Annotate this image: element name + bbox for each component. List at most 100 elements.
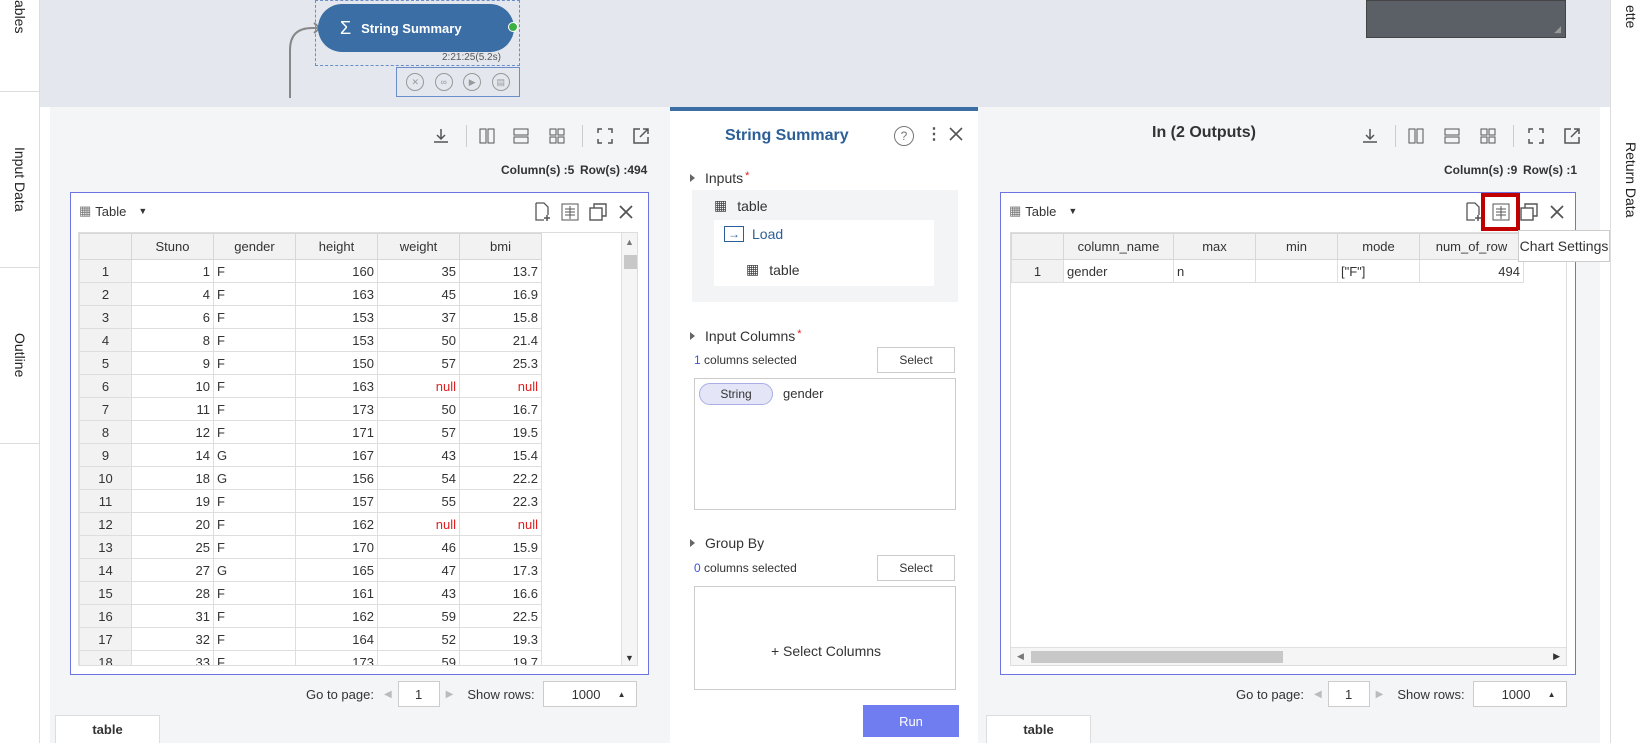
select-group-by-button[interactable]: Select (877, 555, 955, 581)
table-row[interactable]: 18 33 F 173 59 19.7 (79, 650, 542, 665)
table-cell: 9 (131, 351, 214, 375)
table-row[interactable]: 5 9 F 150 57 25.3 (79, 351, 542, 375)
table-row[interactable]: 12 20 F 162 null null (79, 512, 542, 536)
split-horizontal-icon[interactable] (1441, 125, 1463, 147)
table-row[interactable]: 4 8 F 153 50 21.4 (79, 328, 542, 352)
table-row[interactable]: 16 31 F 162 59 22.5 (79, 604, 542, 628)
left-grid-viewport[interactable]: Stuno gender height weight bmi 1 1 F 160 35 1… (78, 232, 638, 666)
more-icon[interactable]: ⋮ (926, 124, 942, 144)
fullscreen-icon[interactable] (594, 125, 616, 147)
vertical-scrollbar[interactable]: ▲ ▼ (621, 233, 637, 665)
output-port[interactable] (508, 22, 518, 32)
grid-layout-icon[interactable] (546, 125, 568, 147)
page-input[interactable]: 1 (1327, 681, 1370, 707)
column-header[interactable]: gender (213, 233, 296, 260)
table-row[interactable]: 14 27 G 165 47 17.3 (79, 558, 542, 582)
play-icon[interactable]: ▶ (463, 73, 482, 91)
horizontal-scrollbar[interactable]: ◀ ▶ (1011, 647, 1566, 665)
table-row[interactable]: 9 14 G 167 43 15.4 (79, 443, 542, 467)
load-item[interactable]: → Load (724, 226, 783, 242)
rail-tab-tables[interactable]: ables (0, 0, 40, 92)
right-pager: Go to page: ◀ 1 ▶ Show rows: 1000 ▲ (1236, 681, 1567, 707)
run-button[interactable]: Run (863, 705, 959, 737)
close-config-icon[interactable] (948, 126, 964, 145)
select-input-columns-button[interactable]: Select (877, 347, 955, 373)
column-header[interactable]: height (295, 233, 378, 260)
column-header[interactable]: weight (377, 233, 460, 260)
link-icon[interactable]: ∞ (434, 73, 453, 91)
popout-icon[interactable] (630, 125, 652, 147)
table-row[interactable]: 7 11 F 173 50 16.7 (79, 397, 542, 421)
table-row[interactable]: 17 32 F 164 52 19.3 (79, 627, 542, 651)
input-columns-box[interactable]: String gender (694, 378, 956, 510)
next-page-icon[interactable]: ▶ (446, 689, 454, 700)
copy-icon[interactable] (1518, 201, 1540, 223)
table-row[interactable]: 11 19 F 157 55 22.3 (79, 489, 542, 513)
table-row[interactable]: 10 18 G 156 54 22.2 (79, 466, 542, 490)
split-vertical-icon[interactable] (1405, 125, 1427, 147)
chart-settings-icon[interactable] (559, 201, 581, 223)
next-page-icon[interactable]: ▶ (1376, 689, 1384, 700)
inputs-section[interactable]: Inputs * (690, 170, 749, 186)
table-cell: 43 (377, 443, 460, 467)
grid-layout-icon[interactable] (1477, 125, 1499, 147)
table-row[interactable]: 1 1 F 160 35 13.7 (79, 259, 542, 283)
table-row[interactable]: 1 gender n ["F"] 494 (1011, 259, 1524, 283)
copy-icon[interactable] (587, 201, 609, 223)
rows-select[interactable]: 1000 ▲ (542, 681, 637, 707)
table-cell: 170 (295, 535, 378, 559)
rail-tab-return-data[interactable]: Return Data (1611, 130, 1650, 230)
cancel-icon[interactable]: ✕ (406, 73, 425, 91)
popout-icon[interactable] (1561, 125, 1583, 147)
input-columns-section[interactable]: Input Columns * (690, 328, 802, 344)
minimap[interactable]: ◢ (1366, 0, 1566, 38)
rail-tab-input-data[interactable]: Input Data (0, 92, 40, 268)
view-selector[interactable]: ▦ Table ▼ (79, 203, 147, 219)
fullscreen-icon[interactable] (1525, 125, 1547, 147)
load-icon: → (724, 226, 744, 242)
column-header[interactable]: min (1255, 233, 1338, 260)
left-bottom-tab[interactable]: table (55, 715, 160, 743)
table-row[interactable]: 13 25 F 170 46 15.9 (79, 535, 542, 559)
column-header[interactable]: num_of_row (1419, 233, 1524, 260)
download-icon[interactable] (430, 125, 452, 147)
table-row[interactable]: 8 12 F 171 57 19.5 (79, 420, 542, 444)
rail-tab-outline[interactable]: Outline (0, 268, 40, 444)
group-by-section[interactable]: Group By (690, 535, 764, 551)
split-vertical-icon[interactable] (476, 125, 498, 147)
download-icon[interactable] (1359, 125, 1381, 147)
table-row[interactable]: 6 10 F 163 null null (79, 374, 542, 398)
close-icon[interactable] (1546, 201, 1568, 223)
delete-icon[interactable]: ▤ (491, 73, 510, 91)
table-row[interactable]: 3 6 F 153 37 15.8 (79, 305, 542, 329)
table-cell: 153 (295, 305, 378, 329)
column-header[interactable]: mode (1337, 233, 1420, 260)
table-cell: 25.3 (459, 351, 542, 375)
string-summary-node[interactable]: Σ String Summary (318, 4, 514, 52)
select-columns-link[interactable]: + Select Columns (695, 643, 957, 659)
rail-tab-palette[interactable]: ette (1611, 0, 1650, 92)
table-cell: 15.4 (459, 443, 542, 467)
left-table-card: ▦ Table ▼ Stuno gender height weight bmi… (70, 192, 649, 675)
page-input[interactable]: 1 (397, 681, 440, 707)
table-row[interactable]: 15 28 F 161 43 16.6 (79, 581, 542, 605)
group-by-box[interactable]: + Select Columns (694, 586, 956, 690)
prev-page-icon[interactable]: ◀ (1314, 689, 1322, 700)
close-icon[interactable] (615, 201, 637, 223)
right-bottom-tab[interactable]: table (986, 715, 1091, 743)
load-table-item[interactable]: ▦ table (746, 261, 800, 278)
table-cell: 52 (377, 627, 460, 651)
rows-select[interactable]: 1000 ▲ (1472, 681, 1567, 707)
column-header[interactable]: max (1173, 233, 1256, 260)
split-horizontal-icon[interactable] (510, 125, 532, 147)
add-file-icon[interactable] (531, 201, 553, 223)
table-row[interactable]: 2 4 F 163 45 16.9 (79, 282, 542, 306)
help-icon[interactable]: ? (894, 126, 914, 146)
column-header[interactable]: Stuno (131, 233, 214, 260)
column-header[interactable]: bmi (459, 233, 542, 260)
input-table-item[interactable]: ▦ table (714, 197, 768, 214)
prev-page-icon[interactable]: ◀ (384, 689, 392, 700)
column-header[interactable]: column_name (1063, 233, 1174, 260)
right-grid-viewport[interactable]: column_name max min mode num_of_row 1 gen… (1010, 232, 1567, 666)
view-selector[interactable]: ▦ Table ▼ (1009, 203, 1077, 219)
